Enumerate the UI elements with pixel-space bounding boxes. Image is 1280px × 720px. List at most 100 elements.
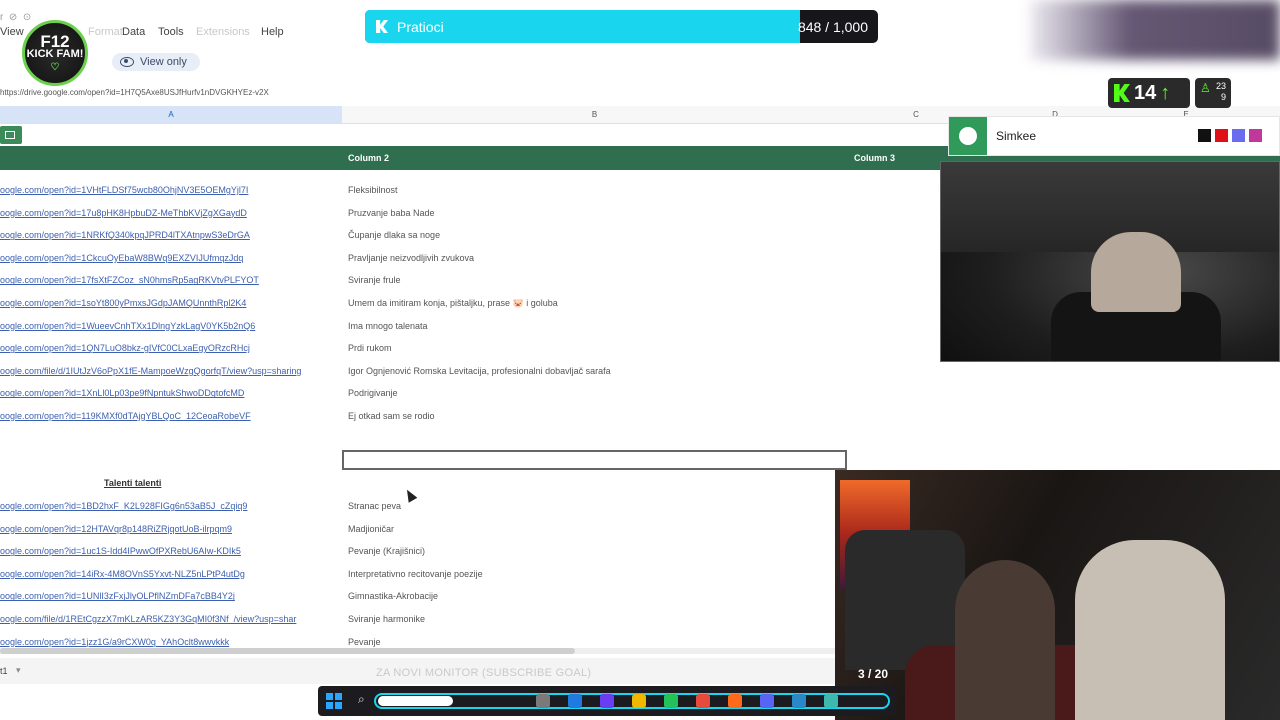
- table-row: oogle.com/open?id=1UNlI3zFxjJlyOLPflNZmD…: [0, 586, 848, 608]
- subscribe-goal-counter: 3 / 20: [858, 667, 889, 681]
- heart-icon: ♡: [50, 62, 60, 73]
- edge-browser-icon[interactable]: [568, 694, 582, 708]
- discord-icon[interactable]: [760, 694, 774, 708]
- kick-icon: [1114, 84, 1130, 102]
- row-description: Čupanje dlaka sa noge: [348, 230, 441, 241]
- sheet-tab[interactable]: t1: [0, 666, 8, 676]
- column-header-b[interactable]: B: [342, 106, 847, 123]
- column-header-a[interactable]: A: [0, 106, 342, 123]
- eye-icon: [120, 57, 134, 67]
- chrome-icon[interactable]: [696, 694, 710, 708]
- table-row: oogle.com/open?id=1WueevCnhTXx1DlngYzkLa…: [0, 316, 848, 338]
- row-description: Stranac peva: [348, 501, 402, 511]
- guest-person-2: [1075, 540, 1225, 720]
- column-3-header: Column 3: [854, 153, 896, 163]
- row-link[interactable]: oogle.com/open?id=12HTAVqr8p148RiZRjqotU…: [0, 524, 338, 534]
- row-link[interactable]: oogle.com/open?id=119KMXf0dTAjgYBLQoC_12…: [0, 411, 338, 421]
- row-link[interactable]: oogle.com/open?id=1jzz1G/a9rCXW0q_YAhOcl…: [0, 637, 338, 647]
- whatsapp-icon[interactable]: [664, 694, 678, 708]
- row-description: Igor Ognjenović Romska Levitacija, profe…: [348, 365, 611, 376]
- webcam-feed-guests: [835, 470, 1280, 720]
- follower-goal-count: 848 / 1,000: [797, 19, 868, 35]
- row-link[interactable]: oogle.com/file/d/1REtCgzzX7mKLzAR5KZ3Y3G…: [0, 614, 338, 624]
- row-link[interactable]: oogle.com/open?id=1QN7LuO8bkz-gIVfC0CLxa…: [0, 343, 338, 353]
- row-link[interactable]: oogle.com/open?id=1UNlI3zFxjJlyOLPflNZmD…: [0, 591, 338, 601]
- follower-goal-bar: Pratioci 848 / 1,000: [365, 10, 878, 43]
- channel-logo: F12 KICK FAM! ♡: [22, 20, 88, 86]
- color-swatch-3: [1232, 129, 1245, 142]
- table-row: oogle.com/open?id=1CkcuOyEbaW8BWq9EXZVIJ…: [0, 248, 848, 270]
- cell-reference-url: https://drive.google.com/open?id=1H7Q5Ax…: [0, 88, 269, 97]
- subscribe-goal-fill: [378, 696, 453, 706]
- logo-line1: F12: [40, 32, 70, 51]
- webcam-feed-main: [940, 161, 1280, 362]
- table-row: oogle.com/open?id=1NRKfQ340kpqJPRD4lTXAt…: [0, 225, 848, 247]
- chevron-down-icon[interactable]: ▾: [16, 665, 21, 676]
- row-link[interactable]: oogle.com/open?id=1CkcuOyEbaW8BWq9EXZVIJ…: [0, 253, 338, 263]
- app-icon-2[interactable]: [792, 694, 806, 708]
- row-link[interactable]: oogle.com/open?id=14iRx-4M8OVnS5Yxvt-NLZ…: [0, 569, 338, 579]
- menu-data[interactable]: Data: [122, 26, 145, 38]
- windows-start-icon[interactable]: [326, 693, 342, 709]
- row-description: Prdi rukom: [348, 343, 392, 354]
- table-row: oogle.com/open?id=119KMXf0dTAjgYBLQoC_12…: [0, 406, 848, 428]
- person-icon: ♙: [1200, 81, 1211, 95]
- subscribe-goal-bar: ⌕: [318, 686, 896, 716]
- color-swatch-4: [1249, 129, 1262, 142]
- file-explorer-icon[interactable]: [536, 694, 550, 708]
- view-only-badge[interactable]: View only: [112, 53, 200, 71]
- row-link[interactable]: oogle.com/open?id=1BD2hxF_K2L928FIGg6n53…: [0, 501, 338, 511]
- row-description: Pevanje: [348, 636, 381, 647]
- menu-format[interactable]: Format: [88, 26, 123, 38]
- horizontal-scrollbar[interactable]: [0, 648, 835, 654]
- viewer-count: 14: [1134, 81, 1157, 104]
- row-link[interactable]: oogle.com/open?id=17u8pHK8HpbuDZ-MeThbKV…: [0, 208, 338, 218]
- kick-viewer-count: 14 ↑: [1108, 78, 1190, 108]
- menu-extensions[interactable]: Extensions: [196, 26, 250, 38]
- folder-icon[interactable]: [632, 694, 646, 708]
- row-description: Gimnastika-Akrobacije: [348, 591, 439, 602]
- table-row: oogle.com/open?id=1soYt800yPmxsJGdpJAMQU…: [0, 293, 848, 315]
- row-description: Fleksibilnost: [348, 185, 398, 195]
- row-description: Pevanje (Krajišnici): [348, 546, 426, 557]
- arrow-up-icon: ↑: [1160, 81, 1171, 104]
- table-row: oogle.com/open?id=1QN7LuO8bkz-gIVfC0CLxa…: [0, 338, 848, 360]
- spotify-track-name: Simkee: [996, 129, 1037, 143]
- table-row: oogle.com/open?id=17fsXtFZCoz_sN0hmsRp5a…: [0, 270, 848, 292]
- sheet-table-icon[interactable]: [0, 126, 22, 144]
- table-row: oogle.com/open?id=1BD2hxF_K2L928FIGg6n53…: [0, 496, 848, 518]
- row-link[interactable]: oogle.com/open?id=1VHtFLDSf75wcb80OhjNV3…: [0, 185, 338, 195]
- app-icon[interactable]: [600, 694, 614, 708]
- row-description: Umem da imitiram konja, pištaljku, prase…: [348, 298, 558, 308]
- menu-view[interactable]: View: [0, 26, 24, 38]
- logo-line2: KICK FAM!: [26, 48, 84, 60]
- row-link[interactable]: oogle.com/open?id=1XnLl0Lp03pe9fNpntukSh…: [0, 388, 338, 398]
- webcam-person: [1091, 232, 1181, 312]
- row-link[interactable]: oogle.com/file/d/1IUtJzV6oPpX1fE-MampoeW…: [0, 366, 338, 376]
- row-link[interactable]: oogle.com/open?id=17fsXtFZCoz_sN0hmsRp5a…: [0, 275, 338, 285]
- spotify-icon: [949, 117, 987, 155]
- section-title: Talenti talenti: [104, 478, 162, 488]
- menu-help[interactable]: Help: [261, 26, 284, 38]
- menu-tools[interactable]: Tools: [158, 26, 184, 38]
- app-icon-3[interactable]: [824, 694, 838, 708]
- row-link[interactable]: oogle.com/open?id=1NRKfQ340kpqJPRD4lTXAt…: [0, 230, 338, 240]
- view-only-label: View only: [140, 56, 187, 68]
- row-link[interactable]: oogle.com/open?id=1soYt800yPmxsJGdpJAMQU…: [0, 298, 338, 308]
- follower-goal-label: Pratioci: [397, 19, 444, 35]
- subscribe-goal-label: ZA NOVI MONITOR (SUBSCRIBE GOAL): [376, 667, 592, 679]
- row-link[interactable]: oogle.com/open?id=1uc1S-Idd4IPwwOfPXRebU…: [0, 546, 338, 556]
- color-swatch-1: [1198, 129, 1211, 142]
- row-description: Pravljanje neizvodljivih zvukova: [348, 252, 475, 263]
- row-link[interactable]: oogle.com/open?id=1WueevCnhTXx1DlngYzkLa…: [0, 321, 338, 331]
- selected-cell[interactable]: [342, 450, 847, 470]
- row-description: Interpretativno recitovanje poezije: [348, 568, 483, 579]
- row-description: Sviranje harmonike: [348, 614, 426, 624]
- table-row: oogle.com/open?id=1VHtFLDSf75wcb80OhjNV3…: [0, 180, 848, 202]
- scrollbar-thumb[interactable]: [0, 648, 575, 654]
- row-description: Pruzvanje baba Nade: [348, 207, 435, 218]
- firefox-icon[interactable]: [728, 694, 742, 708]
- table-row: oogle.com/open?id=1uc1S-Idd4IPwwOfPXRebU…: [0, 541, 848, 563]
- row-description: Madjioničar: [348, 523, 395, 534]
- guest-person-1: [955, 560, 1055, 720]
